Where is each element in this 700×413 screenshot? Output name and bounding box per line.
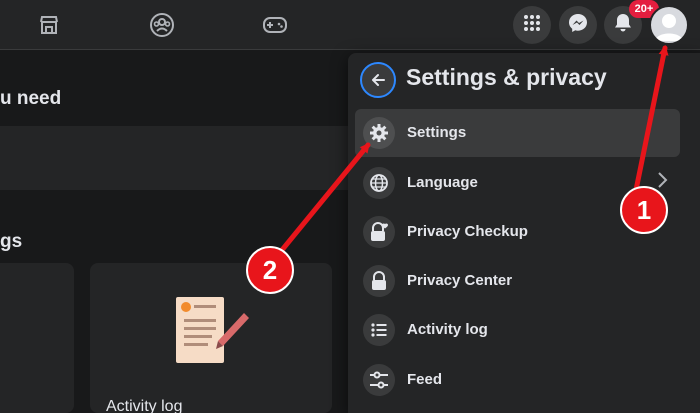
step-marker-1: 1 [620, 186, 668, 234]
list-icon [363, 314, 395, 346]
globe-icon [363, 167, 395, 199]
menu-item-feed[interactable]: Feed [355, 356, 680, 404]
lock-heart-icon [363, 216, 395, 248]
activity-log-card[interactable] [90, 263, 332, 413]
sliders-icon [363, 364, 395, 396]
lock-icon [363, 265, 395, 297]
document-icon [176, 297, 249, 363]
groups-icon[interactable] [149, 12, 175, 38]
menu-item-activity-log[interactable]: Activity log [355, 306, 680, 354]
menu-item-label: Settings [407, 124, 467, 141]
menu-item-label: Language [407, 174, 478, 191]
gaming-icon[interactable] [262, 12, 288, 38]
menu-item-label: Privacy Checkup [407, 223, 528, 240]
background-heading: u need [0, 88, 62, 109]
menu-grid-button[interactable] [513, 6, 551, 44]
background-section-heading: gs [0, 231, 23, 252]
back-button[interactable] [360, 62, 396, 98]
arrow-left-icon [372, 74, 385, 86]
avatar[interactable] [649, 5, 689, 45]
messenger-icon [568, 13, 588, 38]
menu-item-label: Privacy Center [407, 272, 513, 289]
menu-item-label: Feed [407, 371, 443, 388]
step-marker-2: 2 [246, 246, 294, 294]
background-card [0, 263, 74, 413]
menu-item-privacy-center[interactable]: Privacy Center [355, 257, 680, 305]
menu-item-label: Activity log [407, 321, 488, 338]
top-navigation-bar: 20+ [0, 0, 700, 50]
activity-log-card-label: Activity log [106, 398, 183, 413]
gear-icon [363, 117, 395, 149]
background-panel [0, 126, 360, 190]
menu-grid-icon [523, 14, 541, 37]
user-silhouette-icon [655, 14, 683, 41]
chevron-right-icon [658, 172, 668, 188]
menu-item-settings[interactable]: Settings [355, 109, 680, 157]
messenger-button[interactable] [559, 6, 597, 44]
dropdown-title: Settings & privacy [406, 64, 607, 90]
notifications-icon [614, 13, 632, 38]
marketplace-icon[interactable] [36, 12, 62, 38]
